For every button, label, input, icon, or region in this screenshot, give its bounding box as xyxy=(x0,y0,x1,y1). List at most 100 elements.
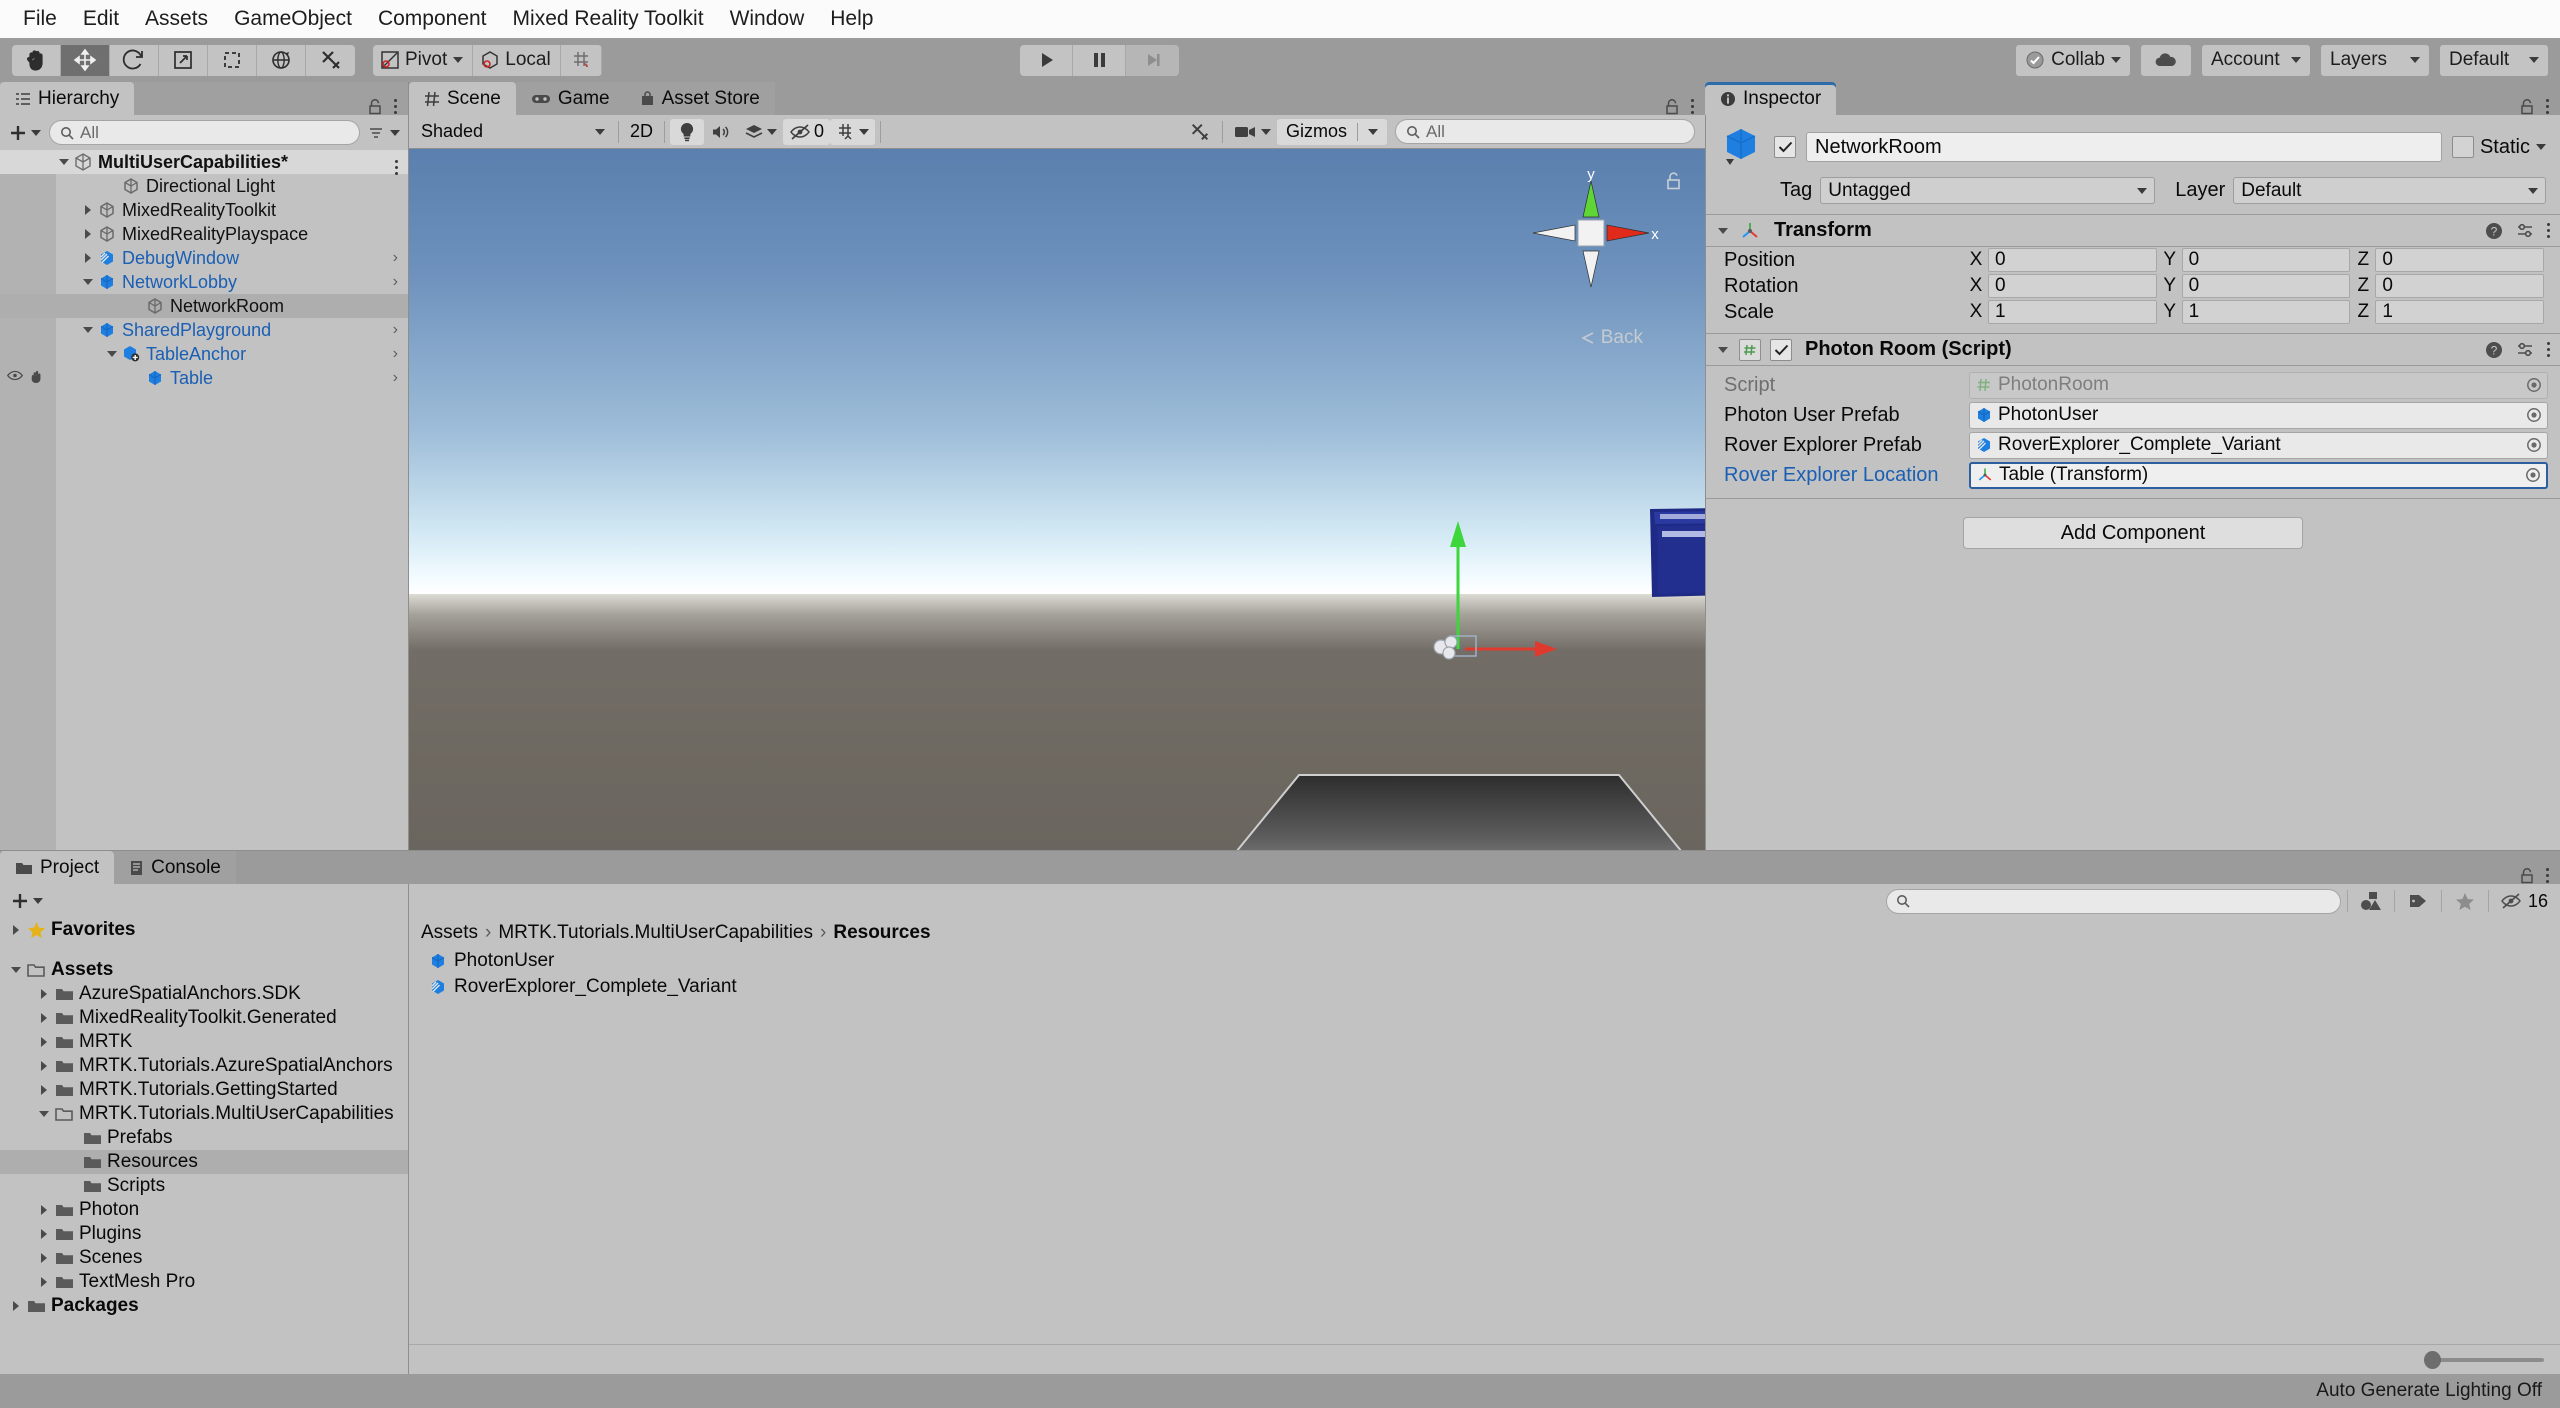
open-prefab-chevron-icon[interactable]: › xyxy=(393,321,398,339)
foldout-collapsed-icon[interactable] xyxy=(80,253,96,263)
transform-position-z-input[interactable]: 0 xyxy=(2375,248,2545,272)
transform-position-y-input[interactable]: 0 xyxy=(2181,248,2351,272)
hierarchy-row-directional-light[interactable]: Directional Light xyxy=(0,174,408,198)
asset-row-roverexplorer-complete-variant[interactable]: RoverExplorer_Complete_Variant xyxy=(409,974,2560,1000)
foldout-collapsed-icon[interactable] xyxy=(36,1205,52,1215)
scene-lock-icon[interactable] xyxy=(1665,98,1679,115)
tab-hierarchy[interactable]: Hierarchy xyxy=(0,82,135,115)
asset-type-filter-icon[interactable] xyxy=(2354,888,2388,914)
transform-scale-z-input[interactable]: 1 xyxy=(2375,300,2545,324)
create-asset-button[interactable] xyxy=(10,891,43,911)
object-name-field[interactable]: NetworkRoom xyxy=(1806,132,2442,162)
label-filter-icon[interactable] xyxy=(2401,888,2435,914)
hierarchy-row-multiusercapabilities-[interactable]: MultiUserCapabilities* xyxy=(0,150,408,175)
project-tree-row-prefabs[interactable]: Prefabs xyxy=(0,1126,408,1150)
transform-component-header[interactable]: Transform ? xyxy=(1706,214,2560,247)
photon-preset-icon[interactable] xyxy=(2516,341,2534,359)
layout-caret-icon[interactable] xyxy=(2529,57,2539,63)
project-tree-row-scripts[interactable]: Scripts xyxy=(0,1174,408,1198)
project-tree-row-favorites[interactable]: Favorites xyxy=(0,918,408,942)
layer-dropdown[interactable]: Default xyxy=(2233,177,2547,204)
grid-caret-icon[interactable] xyxy=(859,128,870,135)
hierarchy-row-mixedrealityplayspace[interactable]: MixedRealityPlayspace xyxy=(0,222,408,246)
layers-caret-icon[interactable] xyxy=(2410,57,2420,63)
menu-item-edit[interactable]: Edit xyxy=(70,0,132,38)
project-tree-row-textmesh-pro[interactable]: TextMesh Pro xyxy=(0,1270,408,1294)
photon-room-component-header[interactable]: Photon Room (Script) ? xyxy=(1706,333,2560,366)
project-tree-row-packages[interactable]: Packages xyxy=(0,1294,408,1318)
project-zoom-slider-knob[interactable] xyxy=(2424,1350,2441,1369)
scene-lighting-toggle[interactable] xyxy=(670,118,705,145)
project-tree-row-mrtk-tutorials-gettingstarted[interactable]: MRTK.Tutorials.GettingStarted xyxy=(0,1078,408,1102)
open-prefab-chevron-icon[interactable]: › xyxy=(393,273,398,291)
rect-tool-button[interactable] xyxy=(208,44,257,76)
hierarchy-row-networklobby[interactable]: NetworkLobby › xyxy=(0,270,408,294)
scale-tool-button[interactable] xyxy=(159,44,208,76)
local-toggle-button[interactable]: Local xyxy=(473,44,561,76)
project-tree-row-mrtk-tutorials-multiusercapabilities[interactable]: MRTK.Tutorials.MultiUserCapabilities xyxy=(0,1102,408,1126)
hierarchy-row-tableanchor[interactable]: TableAnchor › xyxy=(0,342,408,366)
scene-back-view-label[interactable]: Back xyxy=(1580,327,1643,349)
layer-caret-icon[interactable] xyxy=(2528,187,2539,194)
lock-icon[interactable] xyxy=(368,98,382,115)
favorite-star-icon[interactable] xyxy=(2448,888,2482,914)
project-tree-row-resources[interactable]: Resources xyxy=(0,1150,408,1174)
static-caret-icon[interactable] xyxy=(2536,144,2546,150)
photon-help-icon[interactable]: ? xyxy=(2485,341,2503,359)
scene-context-menu-icon[interactable] xyxy=(395,150,398,175)
hierarchy-row-mixedrealitytoolkit[interactable]: MixedRealityToolkit xyxy=(0,198,408,222)
move-tool-button[interactable] xyxy=(61,44,110,76)
grid-snap-toggle-button[interactable] xyxy=(560,44,602,76)
create-asset-caret-icon[interactable] xyxy=(33,898,43,904)
tab-game[interactable]: Game xyxy=(515,82,625,115)
transform-scale-x-input[interactable]: 1 xyxy=(1988,300,2157,324)
project-hidden-assets-badge[interactable]: 16 xyxy=(2495,888,2552,914)
foldout-collapsed-icon[interactable] xyxy=(80,229,96,239)
foldout-expanded-icon[interactable] xyxy=(80,327,96,333)
shading-caret-icon[interactable] xyxy=(595,128,605,135)
scene-orientation-gizmo[interactable]: y x xyxy=(1521,167,1661,317)
shading-mode-dropdown[interactable]: Shaded xyxy=(413,118,613,145)
inspector-menu-icon[interactable] xyxy=(2546,99,2549,114)
project-tree-row-photon[interactable]: Photon xyxy=(0,1198,408,1222)
tab-inspector[interactable]: Inspector xyxy=(1705,82,1837,115)
pivot-caret-icon[interactable] xyxy=(453,57,464,63)
static-checkbox[interactable] xyxy=(2451,136,2474,158)
scene-gizmo-search-input[interactable]: All xyxy=(1395,119,1695,144)
tab-asset-store[interactable]: Asset Store xyxy=(624,82,775,115)
pause-button[interactable] xyxy=(1073,44,1127,76)
hierarchy-row-debugwindow[interactable]: DebugWindow › xyxy=(0,246,408,270)
foldout-collapsed-icon[interactable] xyxy=(36,1061,52,1071)
project-tree-row-plugins[interactable]: Plugins xyxy=(0,1222,408,1246)
layout-button[interactable]: Default xyxy=(2440,44,2548,76)
gizmos-caret-icon[interactable] xyxy=(1368,128,1378,135)
project-tree-row-mrtk-tutorials-azurespatialanchors[interactable]: MRTK.Tutorials.AzureSpatialAnchors xyxy=(0,1054,408,1078)
menu-item-mixed-reality-toolkit[interactable]: Mixed Reality Toolkit xyxy=(500,0,717,38)
photon-field-value-input[interactable]: Table (Transform) xyxy=(1969,461,2548,489)
hierarchy-search-input[interactable]: All xyxy=(49,120,360,145)
tab-scene[interactable]: Scene xyxy=(409,82,516,115)
create-gameobject-button[interactable] xyxy=(8,123,41,143)
static-checkbox-group[interactable]: Static xyxy=(2451,136,2546,159)
scene-grid-toggle[interactable] xyxy=(830,118,876,145)
hierarchy-menu-icon[interactable] xyxy=(394,99,397,114)
scene-gizmo-lock-icon[interactable] xyxy=(1665,171,1683,196)
foldout-collapsed-icon[interactable] xyxy=(8,925,24,935)
foldout-collapsed-icon[interactable] xyxy=(36,1085,52,1095)
scene-menu-icon[interactable] xyxy=(1691,99,1694,114)
menu-item-assets[interactable]: Assets xyxy=(132,0,221,38)
project-tree-row-mrtk[interactable]: MRTK xyxy=(0,1030,408,1054)
account-caret-icon[interactable] xyxy=(2291,57,2301,63)
scene-move-gizmo[interactable] xyxy=(1429,509,1629,669)
transform-rotation-x-input[interactable]: 0 xyxy=(1988,274,2157,298)
foldout-expanded-icon[interactable] xyxy=(104,351,120,357)
object-picker-icon[interactable] xyxy=(2523,434,2545,456)
preset-icon[interactable] xyxy=(2516,222,2534,240)
project-tree-row-assets[interactable]: Assets xyxy=(0,958,408,982)
project-menu-icon[interactable] xyxy=(2546,868,2549,883)
gizmos-dropdown[interactable]: Gizmos xyxy=(1276,118,1387,145)
layers-button[interactable]: Layers xyxy=(2321,44,2429,76)
foldout-expanded-icon[interactable] xyxy=(56,159,72,165)
menu-item-gameobject[interactable]: GameObject xyxy=(221,0,365,38)
foldout-collapsed-icon[interactable] xyxy=(36,1013,52,1023)
